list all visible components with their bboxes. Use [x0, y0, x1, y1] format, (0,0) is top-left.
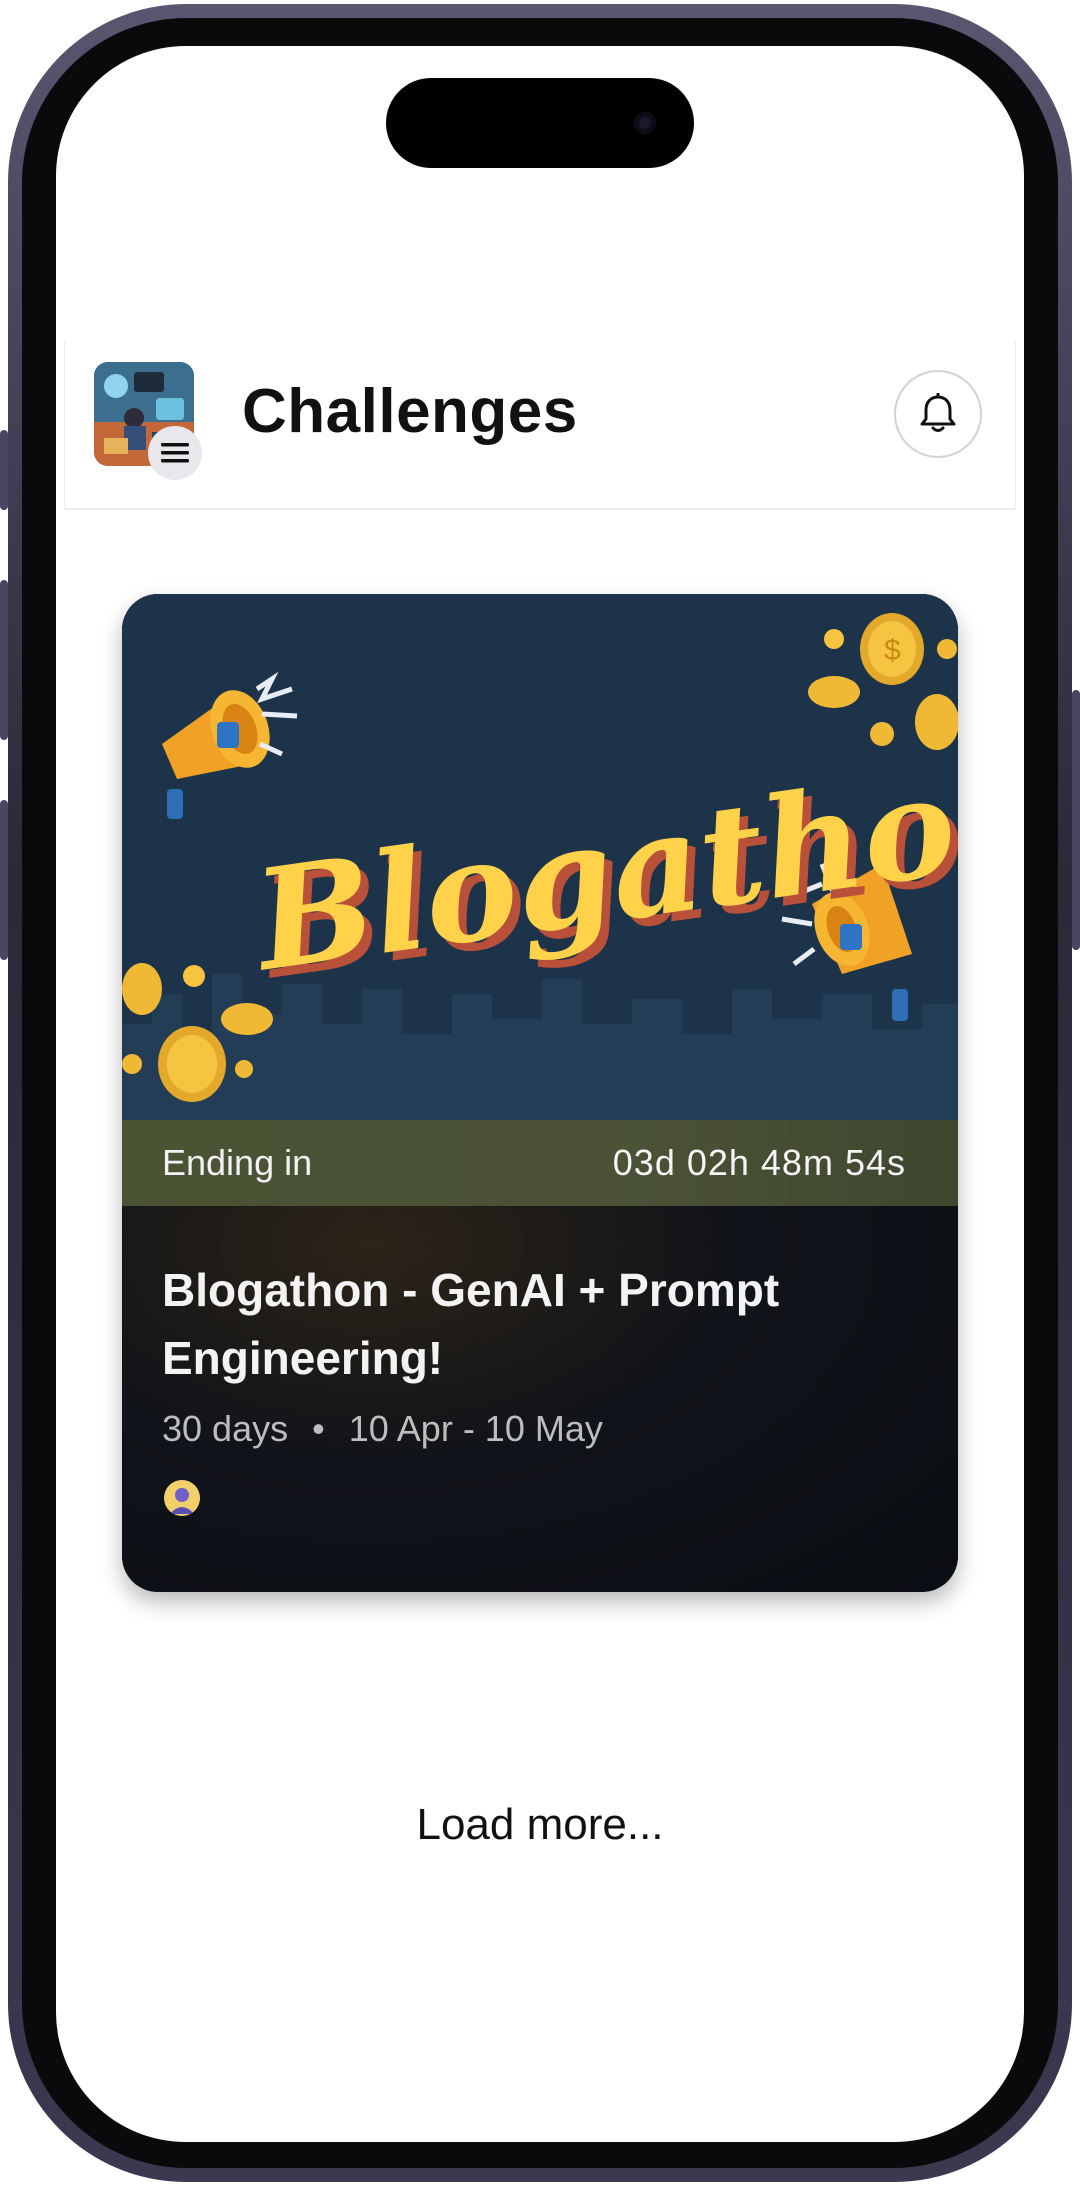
- participant-avatar: [164, 1480, 200, 1516]
- meta-separator: •: [312, 1408, 325, 1449]
- side-button: [0, 580, 8, 740]
- banner-illustration: $ Blogathon Blogathon: [122, 594, 958, 1120]
- camera-icon: [634, 112, 656, 134]
- challenge-date-range: 10 Apr - 10 May: [348, 1408, 603, 1449]
- side-button: [0, 800, 8, 960]
- svg-text:$: $: [884, 634, 901, 667]
- countdown-value: 03d 02h 48m 54s: [612, 1142, 906, 1183]
- avatar-icon: [164, 1480, 200, 1516]
- side-button: [1072, 690, 1080, 950]
- countdown-label: Ending in: [162, 1142, 313, 1183]
- side-button: [0, 430, 8, 510]
- challenge-title: Blogathon - GenAI + Prompt Engineering!: [162, 1264, 780, 1384]
- notifications-button[interactable]: [894, 370, 982, 458]
- countdown-bar: Ending in 03d 02h 48m 54s: [122, 1120, 958, 1206]
- bell-icon: [920, 393, 956, 432]
- load-more-button[interactable]: Load more...: [0, 1800, 1080, 1850]
- menu-button[interactable]: [148, 426, 202, 480]
- page-title: Challenges: [242, 377, 578, 446]
- challenge-banner: $ Blogathon Blogathon: [122, 594, 958, 1120]
- dynamic-island: [386, 78, 694, 168]
- challenge-meta: 30 days • 10 Apr - 10 May: [162, 1408, 603, 1450]
- menu-icon: [161, 443, 189, 463]
- coin-icon: $: [860, 613, 924, 685]
- challenge-duration: 30 days: [162, 1408, 289, 1449]
- challenge-details: Blogathon - GenAI + Prompt Engineering! …: [122, 1206, 958, 1592]
- challenge-card[interactable]: $ Blogathon Blogathon Ending in 03d 02h …: [122, 594, 958, 1592]
